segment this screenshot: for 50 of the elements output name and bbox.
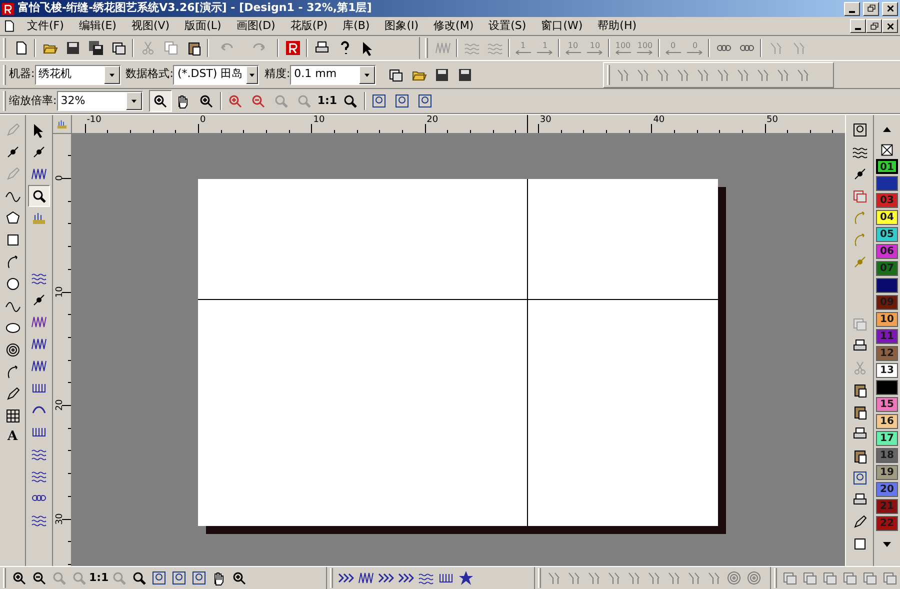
ruler-label: 0: [200, 115, 206, 125]
format-select[interactable]: (*.DST) 田岛: [173, 64, 260, 84]
actual-size-button[interactable]: 1:1: [316, 90, 339, 112]
ruler-label: 30: [55, 512, 65, 526]
color-swatch[interactable]: 10: [876, 312, 898, 327]
color-swatch[interactable]: 13: [876, 363, 898, 378]
menu-item[interactable]: 帮助(H): [590, 18, 644, 34]
color-swatch[interactable]: 16: [876, 414, 898, 429]
precision-label: 精度:: [264, 66, 290, 82]
ruler-label: 10: [313, 115, 325, 125]
ruler-label: 0: [55, 174, 65, 183]
menu-item[interactable]: 文件(F): [20, 18, 71, 34]
color-swatch[interactable]: 06: [876, 244, 898, 259]
color-swatch[interactable]: 20: [876, 482, 898, 497]
menu-item[interactable]: 画图(D): [229, 18, 282, 34]
menu-item[interactable]: 库(B): [336, 18, 377, 34]
ruler-label: 30: [540, 115, 552, 125]
ruler-label: 40: [653, 115, 665, 125]
color-swatch[interactable]: 17: [876, 431, 898, 446]
precision-select[interactable]: 0.1 mm: [290, 64, 376, 84]
menu-item[interactable]: 修改(M): [426, 18, 481, 34]
menu-item[interactable]: 设置(S): [482, 18, 534, 34]
color-swatch[interactable]: 19: [876, 465, 898, 480]
machine-label: 机器:: [9, 66, 35, 82]
color-swatch[interactable]: 15: [876, 397, 898, 412]
zoom-select[interactable]: 32%: [56, 91, 143, 111]
text-tool-button[interactable]: A: [2, 427, 24, 446]
menu-item[interactable]: 版面(L): [178, 18, 228, 34]
window-title: 富怡飞梭-绗缝-绣花图艺系统V3.26[演示] - [Design1 - 32%,第1层]: [18, 0, 372, 16]
menu-item[interactable]: 花版(P): [283, 18, 335, 34]
ruler-label: 50: [766, 115, 778, 125]
combo-value: 绣花机: [38, 66, 73, 82]
actual-size-button[interactable]: 1:1: [89, 567, 109, 589]
menu-item[interactable]: 视图(V): [124, 18, 177, 34]
combo-value: 32%: [60, 92, 86, 109]
combo-value: 0.1 mm: [293, 66, 338, 82]
ruler-label: 20: [55, 398, 65, 412]
ruler-label: 20: [426, 115, 438, 125]
combo-value: (*.DST) 田岛: [176, 66, 244, 82]
color-swatch[interactable]: 01: [876, 159, 898, 174]
color-swatch[interactable]: 05: [876, 227, 898, 242]
color-swatch[interactable]: 04: [876, 210, 898, 225]
zoom-label: 缩放倍率:: [9, 92, 57, 109]
machine-select[interactable]: 绣花机: [34, 64, 121, 84]
menu-item[interactable]: 编辑(E): [72, 18, 124, 34]
menu-item[interactable]: 图象(I): [378, 18, 426, 34]
format-label: 数据格式:: [126, 66, 174, 82]
menu-item[interactable]: 窗口(W): [534, 18, 590, 34]
ruler-label: -10: [86, 115, 102, 125]
ruler-label: 10: [55, 284, 65, 298]
